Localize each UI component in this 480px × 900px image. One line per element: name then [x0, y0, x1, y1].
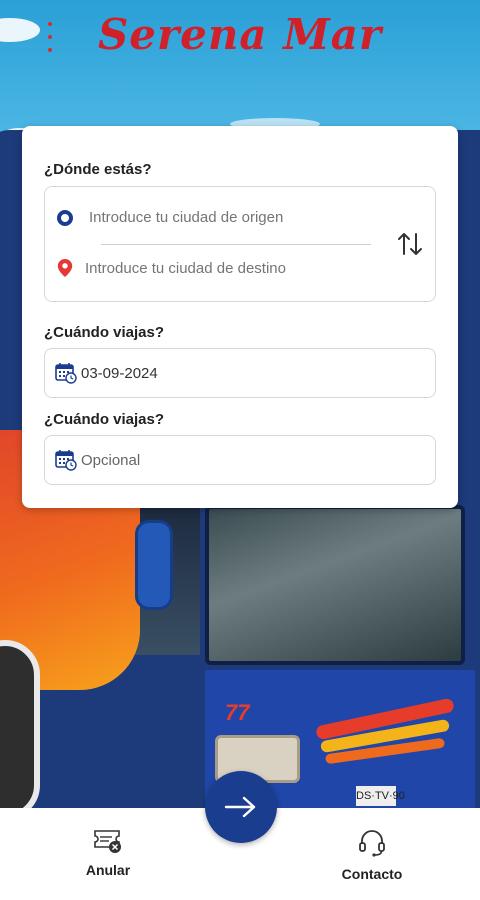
return-date-field[interactable]: Opcional — [44, 435, 436, 485]
calendar-icon — [55, 450, 77, 471]
origin-input[interactable] — [89, 209, 349, 226]
cancel-tab-label: Anular — [85, 862, 131, 878]
ticket-cancel-icon — [94, 830, 121, 853]
arrow-right-icon — [224, 796, 256, 818]
contact-tab[interactable]: Contacto — [312, 828, 432, 882]
origin-row — [57, 209, 349, 226]
search-card: ¿Dónde estás? ¿Cuándo viajas? — [22, 126, 458, 508]
cancel-tab[interactable]: Anular — [48, 828, 168, 878]
swap-icon[interactable] — [395, 229, 425, 259]
route-box — [44, 186, 436, 302]
origin-dot-icon — [57, 209, 73, 226]
destination-row — [57, 259, 345, 277]
return-section-label: ¿Cuándo viajas? — [44, 411, 165, 428]
headset-icon — [359, 830, 385, 857]
departure-section-label: ¿Cuándo viajas? — [44, 324, 165, 341]
origin-section-label: ¿Dónde estás? — [44, 161, 152, 178]
departure-date-field[interactable]: 03-09-2024 — [44, 348, 436, 398]
route-divider — [101, 244, 371, 245]
destination-input[interactable] — [85, 259, 345, 277]
departure-date-value: 03-09-2024 — [81, 364, 158, 382]
return-date-placeholder: Opcional — [81, 451, 141, 469]
location-pin-icon — [57, 259, 73, 277]
search-submit-button[interactable] — [205, 771, 277, 843]
contact-tab-label: Contacto — [341, 866, 403, 882]
brand-logo: Serena Mar — [97, 10, 383, 59]
calendar-icon — [55, 363, 77, 384]
